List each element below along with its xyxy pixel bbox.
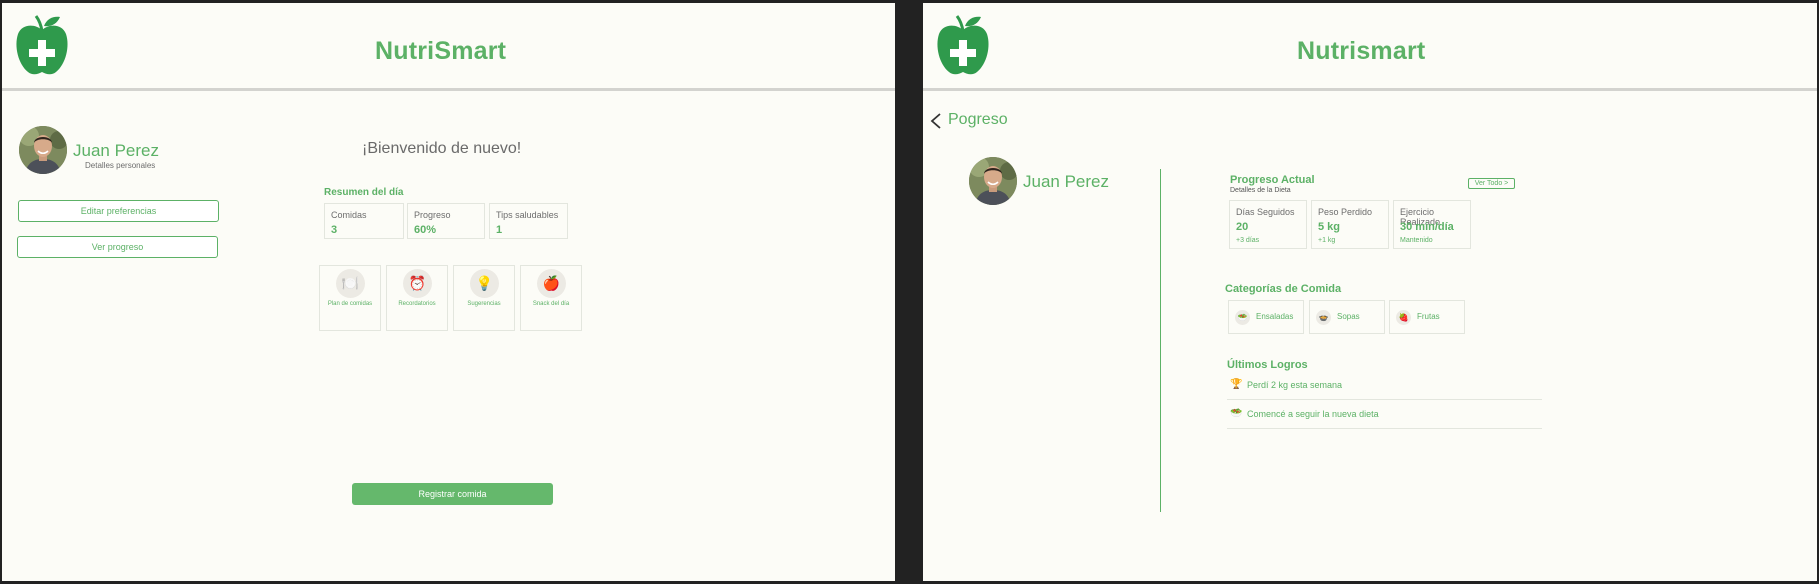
vertical-divider xyxy=(1160,169,1161,512)
stat-weight-lost: Peso Perdido 5 kg +1 kg xyxy=(1311,200,1389,249)
welcome-heading: ¡Bienvenido de nuevo! xyxy=(362,140,522,157)
stat-change: Mantenido xyxy=(1400,237,1433,244)
app-title: Nutrismart xyxy=(1297,37,1426,65)
stat-exercise: Ejercicio Realizado 30 min/día Mantenido xyxy=(1393,200,1471,249)
meals-card: Comidas 3 xyxy=(324,203,404,239)
tile-label: Snack del día xyxy=(532,301,570,307)
tile-label: Plan de comidas xyxy=(327,301,373,307)
avatar[interactable] xyxy=(19,126,67,174)
stat-value: 30 min/día xyxy=(1400,221,1454,233)
latest-achievements-title: Últimos Logros xyxy=(1227,359,1308,371)
progress-screen: Nutrismart Pogreso Juan Perez xyxy=(923,3,1817,581)
stat-label: Peso Perdido xyxy=(1318,207,1373,217)
lightbulb-icon: 💡 xyxy=(470,269,499,298)
view-progress-button[interactable]: Ver progreso xyxy=(17,236,218,258)
salad-icon: 🥗 xyxy=(1235,310,1250,325)
tile-suggestions[interactable]: 💡 Sugerencias xyxy=(453,265,515,331)
tile-label: Recordatorios xyxy=(398,301,436,307)
page-title: Pogreso xyxy=(948,111,1008,128)
achievement-item: 🥗 Comencé a seguir la nueva dieta xyxy=(1227,403,1542,429)
tile-label: Sugerencias xyxy=(467,301,501,307)
plate-icon: 🍽️ xyxy=(336,269,365,298)
back-arrow-icon[interactable] xyxy=(929,112,943,130)
app-header: NutriSmart xyxy=(2,3,895,91)
meals-label: Comidas xyxy=(331,210,367,220)
progress-value: 60% xyxy=(414,224,437,236)
avatar[interactable] xyxy=(969,157,1017,205)
strawberry-icon: 🍓 xyxy=(1396,310,1411,325)
category-fruits[interactable]: 🍓 Frutas xyxy=(1389,300,1465,334)
edit-preferences-button[interactable]: Editar preferencias xyxy=(18,200,219,222)
category-label: Frutas xyxy=(1417,312,1440,321)
stat-value: 20 xyxy=(1236,221,1249,233)
soup-icon: 🍲 xyxy=(1316,310,1331,325)
healthy-tips-label: Tips saludables xyxy=(496,210,559,220)
current-progress-title: Progreso Actual xyxy=(1230,174,1315,186)
tile-snack-of-the-day[interactable]: 🍎 Snack del día xyxy=(520,265,582,331)
category-soups[interactable]: 🍲 Sopas xyxy=(1309,300,1385,334)
user-name: Juan Perez xyxy=(73,141,159,160)
apple-icon: 🍎 xyxy=(537,269,566,298)
stat-value: 5 kg xyxy=(1318,221,1341,233)
progress-label: Progreso xyxy=(414,210,451,220)
achievement-text: Comencé a seguir la nueva dieta xyxy=(1247,409,1379,419)
progress-card: Progreso 60% xyxy=(407,203,485,239)
meals-value: 3 xyxy=(331,224,338,236)
category-label: Ensaladas xyxy=(1256,312,1294,321)
diet-details-label: Detalles de la Dieta xyxy=(1230,187,1291,194)
trophy-icon: 🏆 xyxy=(1230,379,1243,390)
stat-change: +1 kg xyxy=(1318,237,1336,244)
register-meal-button[interactable]: Registrar comida xyxy=(352,483,553,505)
achievement-item: 🏆 Perdí 2 kg esta semana xyxy=(1227,374,1542,400)
tile-reminders[interactable]: ⏰ Recordatorios xyxy=(386,265,448,331)
stat-label: Días Seguidos xyxy=(1236,207,1295,217)
achievement-text: Perdí 2 kg esta semana xyxy=(1247,380,1343,390)
apple-logo-icon xyxy=(14,14,70,76)
category-salads[interactable]: 🥗 Ensaladas xyxy=(1228,300,1304,334)
apple-logo-icon xyxy=(935,14,991,76)
tile-meal-plan[interactable]: 🍽️ Plan de comidas xyxy=(319,265,381,331)
user-name: Juan Perez xyxy=(1023,172,1109,191)
salad-icon: 🥗 xyxy=(1230,408,1243,419)
healthy-tips-value: 1 xyxy=(496,224,503,236)
stat-days-streak: Días Seguidos 20 +3 días xyxy=(1229,200,1307,249)
food-categories-title: Categorías de Comida xyxy=(1225,283,1342,295)
app-header: Nutrismart xyxy=(923,3,1817,91)
alarm-clock-icon: ⏰ xyxy=(403,269,432,298)
personal-details-label[interactable]: Detalles personales xyxy=(85,161,155,170)
app-title: NutriSmart xyxy=(375,37,507,65)
category-label: Sopas xyxy=(1337,312,1360,321)
stat-change: +3 días xyxy=(1236,237,1260,244)
home-screen: NutriSmart Juan Perez Detalles personale… xyxy=(2,3,895,581)
see-all-button[interactable]: Ver Todo > xyxy=(1468,178,1515,189)
daily-summary-title: Resumen del día xyxy=(324,187,404,198)
healthy-tips-card: Tips saludables 1 xyxy=(489,203,568,239)
